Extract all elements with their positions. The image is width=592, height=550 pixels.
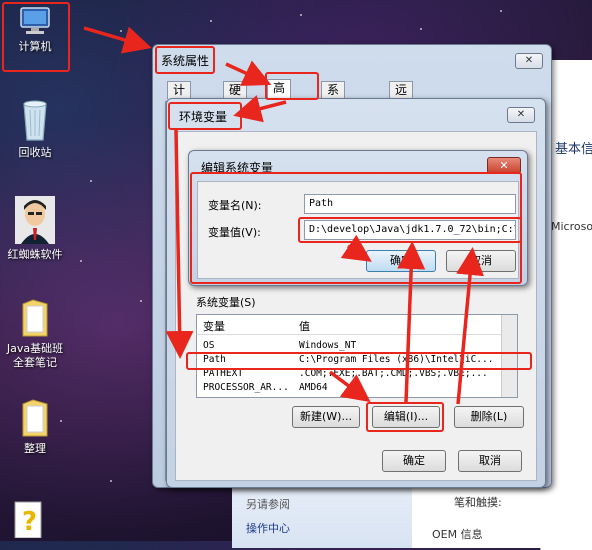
table-row[interactable]: OS Windows_NT xyxy=(197,339,503,353)
desktop-icon-help[interactable]: ? xyxy=(8,500,48,542)
recycle-bin-icon xyxy=(20,98,50,142)
see-also-label: 另请参阅 xyxy=(246,498,290,511)
table-row[interactable]: PROCESSOR_AR... AMD64 xyxy=(197,381,503,395)
cancel-button[interactable]: 取消 xyxy=(458,450,522,472)
var-name: OS xyxy=(203,340,215,351)
svg-text:?: ? xyxy=(22,507,37,537)
highlight-advanced-tab xyxy=(265,72,319,100)
help-icon: ? xyxy=(13,500,43,539)
desktop-icon-red-spider[interactable]: 红蜘蛛软件 xyxy=(0,196,70,262)
desktop-icon-label: 回收站 xyxy=(18,146,52,159)
highlight-computer xyxy=(2,2,70,72)
close-button[interactable]: ✕ xyxy=(507,107,535,123)
avatar-icon xyxy=(15,196,55,244)
tab-remote[interactable]: 远程 xyxy=(389,81,414,113)
highlight-value-field xyxy=(298,217,522,243)
folder-icon xyxy=(21,398,49,438)
os-brand-text: Microso xyxy=(551,220,592,233)
desktop-icon-recycle-bin[interactable]: 回收站 xyxy=(0,98,70,160)
desktop-icon-organize[interactable]: 整理 xyxy=(0,398,70,456)
column-header: 值 xyxy=(299,320,310,333)
highlight-sysprop-title xyxy=(155,46,215,74)
ok-button[interactable]: 确定 xyxy=(382,450,446,472)
var-value: Windows_NT xyxy=(299,340,357,351)
tab-hardware[interactable]: 硬件 xyxy=(223,81,248,113)
highlight-envvar-button xyxy=(168,102,242,130)
arrow-1 xyxy=(83,26,152,54)
tab-system-protection[interactable]: 系统保护 xyxy=(321,81,346,145)
folder-icon xyxy=(21,298,49,338)
highlight-path-row xyxy=(186,352,532,370)
desktop-icon-java-notes[interactable]: Java基础班 全套笔记 xyxy=(0,298,70,370)
tab-computer-name[interactable]: 计算机名 xyxy=(167,81,192,145)
pen-touch-label: 笔和触摸: xyxy=(454,496,502,509)
var-value: AMD64 xyxy=(299,382,328,393)
table-header: 变量 值 xyxy=(197,315,503,335)
column-header: 变量 xyxy=(203,320,225,333)
desktop-icon-label: 整理 xyxy=(24,442,46,455)
action-center-link[interactable]: 操作中心 xyxy=(246,520,290,536)
close-button[interactable]: ✕ xyxy=(515,53,543,69)
desktop-icon-label: Java基础班 全套笔记 xyxy=(6,342,64,369)
new-button[interactable]: 新建(W)... xyxy=(292,406,360,428)
highlight-edit-button xyxy=(366,402,444,432)
var-name: PROCESSOR_AR... xyxy=(203,382,289,393)
control-panel-lower: 另请参阅 操作中心 笔和触摸: OEM 信息 xyxy=(232,478,592,548)
delete-button[interactable]: 删除(L) xyxy=(454,406,524,428)
system-vars-label: 系统变量(S) xyxy=(196,296,256,309)
control-panel-sidebar: 另请参阅 操作中心 xyxy=(232,478,412,548)
oem-info-label: OEM 信息 xyxy=(432,528,483,541)
basic-info-heading: 基本信 xyxy=(555,142,592,157)
desktop-icon-label: 红蜘蛛软件 xyxy=(7,248,63,261)
